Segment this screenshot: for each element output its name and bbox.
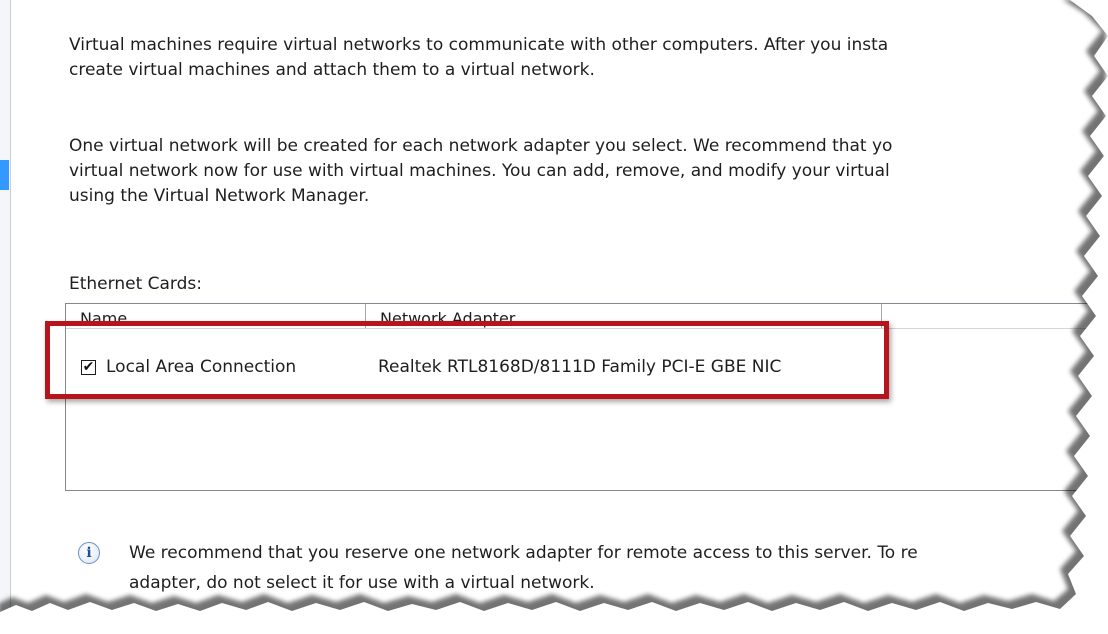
wizard-side-strip <box>0 0 11 634</box>
list-item[interactable]: ✔ Local Area Connection Realtek RTL8168D… <box>66 344 1108 377</box>
column-header-empty[interactable] <box>882 304 1108 328</box>
description-line: create virtual machines and attach them … <box>69 60 595 80</box>
list-header: Name Network Adapter <box>66 304 1108 329</box>
ethernet-cards-list[interactable]: Name Network Adapter ✔ Local Area Connec… <box>65 303 1108 491</box>
wizard-step-indicator <box>0 160 9 190</box>
description-line: using the Virtual Network Manager. <box>69 186 370 206</box>
column-header-name[interactable]: Name <box>66 304 366 328</box>
description-line: Virtual machines require virtual network… <box>69 35 889 55</box>
info-note: We recommend that you reserve one networ… <box>129 538 918 598</box>
info-note-line: adapter, do not select it for use with a… <box>129 573 595 593</box>
connection-name: Local Area Connection <box>106 357 297 377</box>
network-adapter-name: Realtek RTL8168D/8111D Family PCI-E GBE … <box>378 357 782 377</box>
description-paragraph-2: One virtual network will be created for … <box>69 134 892 209</box>
description-paragraph-1: Virtual machines require virtual network… <box>69 33 888 83</box>
wizard-content-panel: Virtual machines require virtual network… <box>11 0 1108 634</box>
info-icon: i <box>78 542 100 564</box>
ethernet-cards-label: Ethernet Cards: <box>69 274 202 294</box>
description-line: One virtual network will be created for … <box>69 136 893 156</box>
description-line: virtual network now for use with virtual… <box>69 161 890 181</box>
adapter-checkbox[interactable]: ✔ <box>81 360 96 375</box>
info-note-line: We recommend that you reserve one networ… <box>129 543 918 563</box>
column-header-network-adapter[interactable]: Network Adapter <box>366 304 882 328</box>
